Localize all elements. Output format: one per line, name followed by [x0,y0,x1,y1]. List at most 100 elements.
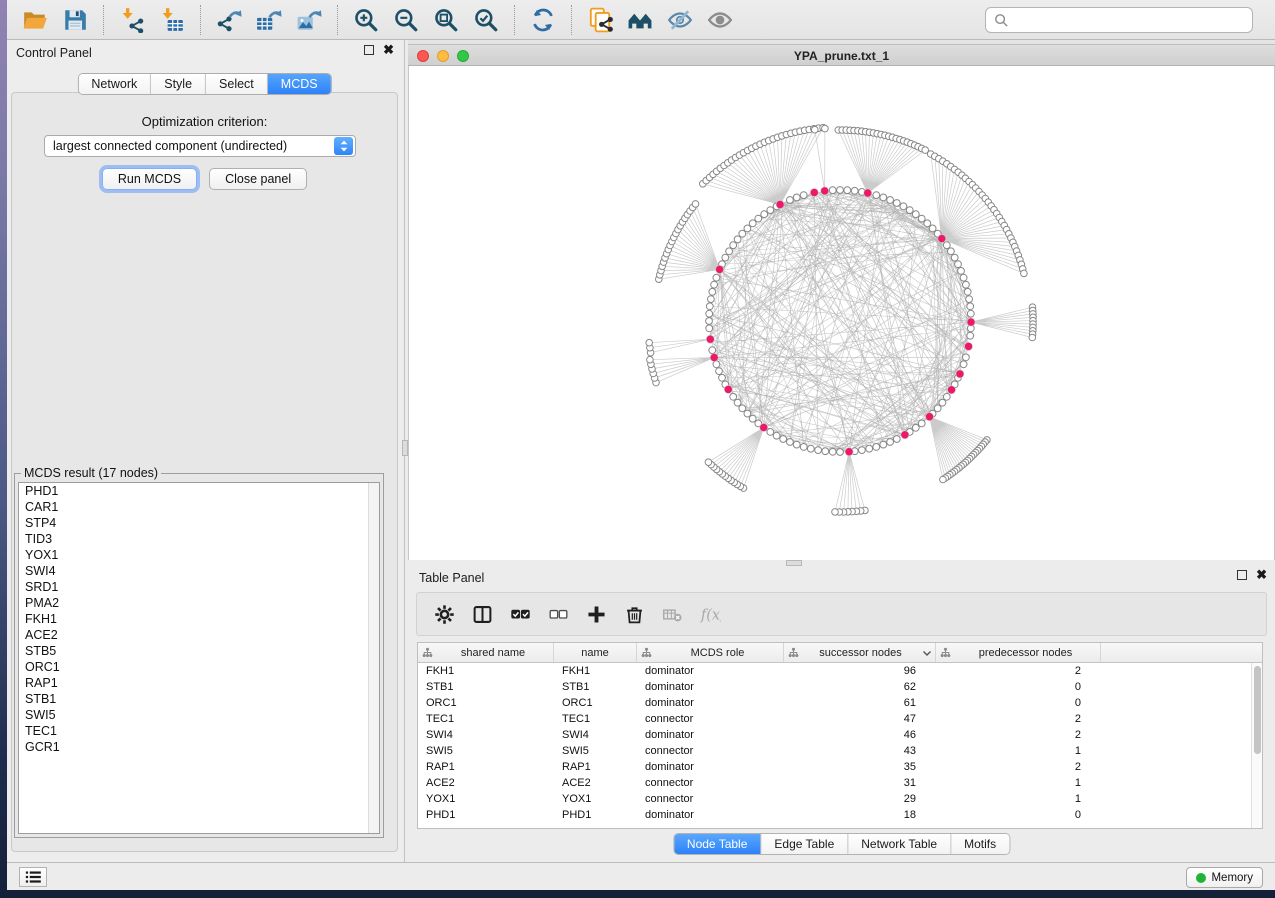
graph-node[interactable] [963,281,970,288]
mcds-result-item[interactable]: CAR1 [19,499,379,515]
graph-node[interactable] [773,432,780,439]
cell-shared-name[interactable]: SWI4 [418,727,554,743]
graph-node[interactable] [812,126,819,133]
settings-icon[interactable] [434,604,455,625]
table-scrollbar-thumb[interactable] [1254,666,1261,754]
mcds-result-item[interactable]: SWI5 [19,707,379,723]
cell-name[interactable]: SWI4 [554,727,637,743]
cell-name[interactable]: SWI5 [554,743,637,759]
graph-hub-node[interactable] [864,189,872,197]
cell-predecessor-nodes[interactable]: 2 [936,711,1101,727]
graph-node[interactable] [749,220,756,227]
select-all-icon[interactable] [510,604,531,625]
cell-successor-nodes[interactable]: 31 [784,775,936,791]
cell-MCDS-role[interactable]: connector [637,775,784,791]
graph-node[interactable] [787,197,794,204]
mcds-result-item[interactable]: RAP1 [19,675,379,691]
cell-successor-nodes[interactable]: 35 [784,759,936,775]
column-header-predecessor-nodes[interactable]: predecessor nodes [936,643,1101,662]
cell-successor-nodes[interactable]: 61 [784,695,936,711]
graph-node[interactable] [780,436,787,443]
graph-node[interactable] [749,415,756,422]
graph-node[interactable] [755,215,762,222]
cell-name[interactable]: YOX1 [554,791,637,807]
graph-node[interactable] [967,332,974,339]
cell-MCDS-role[interactable]: dominator [637,807,784,823]
close-panel-icon[interactable]: ✖ [383,45,394,55]
export-network-icon[interactable] [214,5,244,35]
cell-successor-nodes[interactable]: 46 [784,727,936,743]
memory-button[interactable]: Memory [1186,867,1263,888]
network-titlebar[interactable]: YPA_prune.txt_1 [408,44,1275,66]
mcds-result-item[interactable]: SWI4 [19,563,379,579]
graph-hub-node[interactable] [760,424,768,432]
graph-node[interactable] [887,197,894,204]
float-panel-icon[interactable] [1237,570,1247,580]
tab-network[interactable]: Network [78,74,151,94]
graph-node[interactable] [713,274,720,281]
graph-hub-node[interactable] [716,265,724,273]
graph-node[interactable] [744,225,751,232]
graph-node[interactable] [958,268,965,275]
graph-node[interactable] [893,200,900,207]
graph-node[interactable] [829,448,836,455]
graph-node[interactable] [708,296,715,303]
graph-node[interactable] [963,354,970,361]
cell-name[interactable]: ACE2 [554,775,637,791]
mcds-result-item[interactable]: TID3 [19,531,379,547]
graph-node[interactable] [943,393,950,400]
table-row[interactable]: SWI5SWI5connector431 [418,743,1262,759]
columns-icon[interactable] [472,604,493,625]
table-row[interactable]: PHD1PHD1dominator180 [418,807,1262,823]
graph-node[interactable] [918,215,925,222]
zoom-fit-icon[interactable] [431,5,461,35]
graph-node[interactable] [967,303,974,310]
cell-successor-nodes[interactable]: 62 [784,679,936,695]
cell-name[interactable]: PHD1 [554,807,637,823]
graph-node[interactable] [744,410,751,417]
table-row[interactable]: ACE2ACE2connector311 [418,775,1262,791]
graph-node[interactable] [964,288,971,295]
graph-node[interactable] [822,448,829,455]
mcds-result-item[interactable]: TEC1 [19,723,379,739]
graph-node[interactable] [800,444,807,451]
graph-node[interactable] [893,436,900,443]
graph-node[interactable] [851,187,858,194]
table-row[interactable]: SWI4SWI4dominator462 [418,727,1262,743]
refresh-icon[interactable] [528,5,558,35]
cell-predecessor-nodes[interactable]: 0 [936,679,1101,695]
graph-node[interactable] [709,288,716,295]
graph-node[interactable] [767,207,774,214]
zoom-selected-icon[interactable] [471,5,501,35]
graph-hub-node[interactable] [710,354,718,362]
graph-node[interactable] [800,192,807,199]
cell-predecessor-nodes[interactable]: 2 [936,727,1101,743]
graph-node[interactable] [924,220,931,227]
graph-node[interactable] [880,441,887,448]
cell-successor-nodes[interactable]: 29 [784,791,936,807]
search-input[interactable] [1009,9,1252,31]
graph-hub-node[interactable] [706,335,714,343]
graph-hub-node[interactable] [724,385,732,393]
cell-predecessor-nodes[interactable]: 1 [936,791,1101,807]
graph-node[interactable] [807,445,814,452]
cell-shared-name[interactable]: STB1 [418,679,554,695]
cell-MCDS-role[interactable]: dominator [637,679,784,695]
table-row[interactable]: RAP1RAP1dominator352 [418,759,1262,775]
cell-predecessor-nodes[interactable]: 1 [936,775,1101,791]
table-scrollbar[interactable] [1251,663,1262,828]
mcds-result-item[interactable]: PHD1 [19,483,379,499]
graph-node[interactable] [873,444,880,451]
cell-shared-name[interactable]: SWI5 [418,743,554,759]
graph-node[interactable] [734,236,741,243]
column-header-successor-nodes[interactable]: successor nodes [784,643,936,662]
graph-node[interactable] [967,310,974,317]
cell-name[interactable]: TEC1 [554,711,637,727]
graph-node[interactable] [966,296,973,303]
import-network-icon[interactable] [117,5,147,35]
table-row[interactable]: TEC1TEC1connector472 [418,711,1262,727]
cell-successor-nodes[interactable]: 43 [784,743,936,759]
run-mcds-button[interactable]: Run MCDS [102,168,197,190]
cell-MCDS-role[interactable]: connector [637,791,784,807]
graph-node[interactable] [900,203,907,210]
